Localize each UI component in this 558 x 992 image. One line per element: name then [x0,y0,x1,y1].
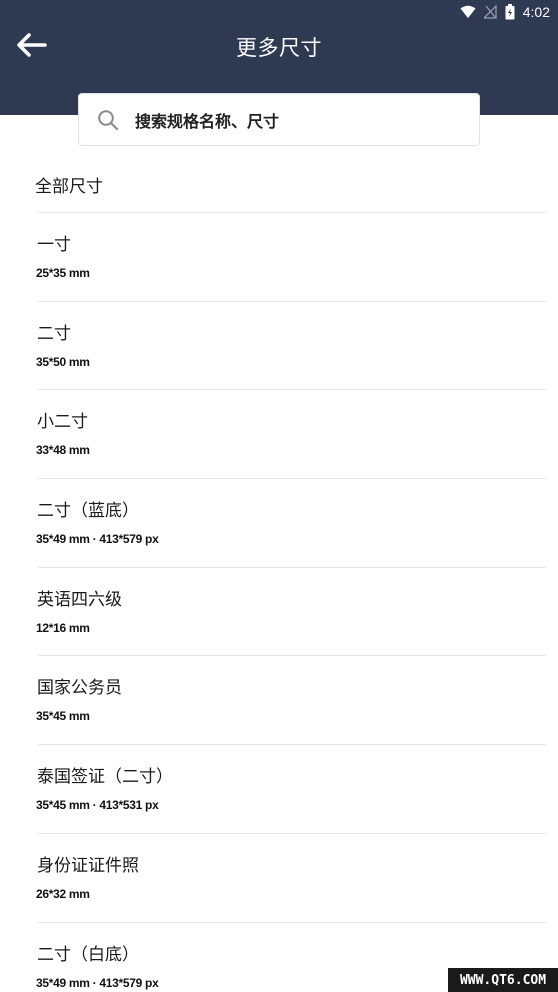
page-title: 更多尺寸 [236,36,322,60]
list-item[interactable]: 泰国签证（二寸） 35*45 mm · 413*531 px [0,745,558,834]
item-name: 二寸（蓝底） [37,501,139,522]
item-dimensions: 26*32 mm [36,886,90,901]
list-item[interactable]: 二寸（蓝底） 35*49 mm · 413*579 px [0,479,558,568]
status-time: 4:02 [522,4,550,20]
item-dimensions: 35*49 mm · 413*579 px [36,975,159,990]
search-icon [97,109,119,131]
list-item[interactable]: 国家公务员 35*45 mm [0,656,558,745]
item-name: 一寸 [37,235,71,255]
item-name: 国家公务员 [37,678,122,699]
item-dimensions: 35*49 mm · 413*579 px [36,532,159,547]
item-name: 二寸（白底） [37,944,139,965]
item-dimensions: 12*16 mm [36,620,90,635]
search-placeholder: 搜索规格名称、尺寸 [135,111,280,131]
status-bar: 4:02 [460,0,558,24]
item-name: 泰国签证（二寸） [37,767,173,788]
section-title: 全部尺寸 [35,177,103,197]
list-item[interactable]: 一寸 25*35 mm [0,213,558,302]
item-dimensions: 35*50 mm [36,354,90,369]
item-dimensions: 25*35 mm [36,266,90,280]
battery-icon [505,4,515,20]
item-name: 小二寸 [37,412,88,433]
item-name: 二寸 [37,323,71,344]
item-dimensions: 33*48 mm [36,443,90,458]
list-item[interactable]: 英语四六级 12*16 mm [0,568,558,657]
app-screen: 4:02 更多尺寸 搜索规格名称、尺寸 全部尺寸 一寸 25*35 mm 二寸 … [0,0,558,992]
size-list: 一寸 25*35 mm 二寸 35*50 mm 小二寸 33*48 mm 二寸（… [0,213,558,992]
wifi-icon [460,5,476,19]
list-item[interactable]: 身份证证件照 26*32 mm [0,834,558,923]
item-dimensions: 35*45 mm · 413*531 px [36,798,159,813]
item-name: 身份证证件照 [37,855,139,876]
item-name: 英语四六级 [37,589,122,610]
item-dimensions: 35*45 mm [36,709,90,724]
signal-icon [483,5,497,19]
search-input[interactable]: 搜索规格名称、尺寸 [78,93,480,146]
list-item[interactable]: 二寸 35*50 mm [0,302,558,391]
watermark: WWW.QT6.COM [448,968,558,992]
list-item[interactable]: 小二寸 33*48 mm [0,390,558,479]
